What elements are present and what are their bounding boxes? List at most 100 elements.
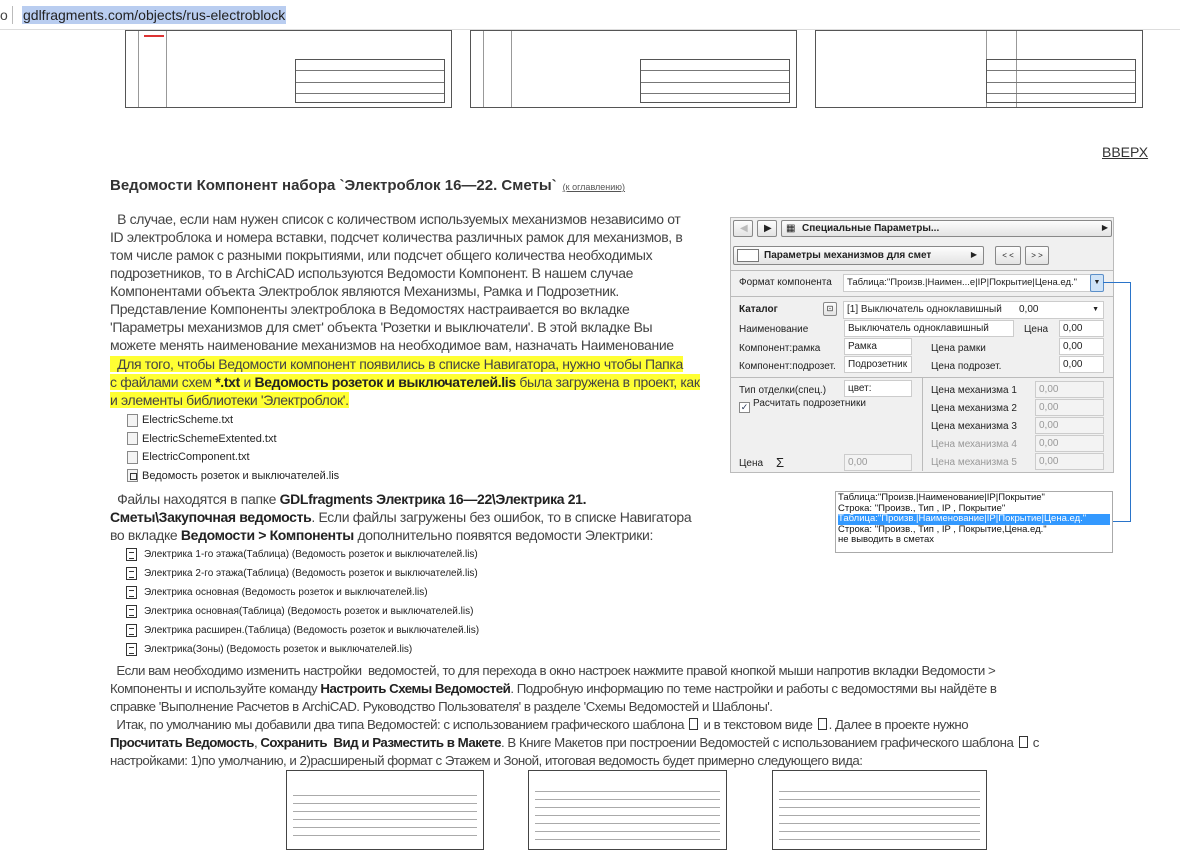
line-content: и элементы библиотеки 'Электроблок'. bbox=[110, 392, 349, 408]
count-boxes-checkbox[interactable]: ✓ bbox=[739, 402, 750, 413]
box-input[interactable]: Подрозетник bbox=[844, 356, 912, 373]
text: Файлы находятся в папке bbox=[110, 491, 280, 507]
count-boxes-label: Расчитать подрозетники поштучно bbox=[753, 398, 866, 411]
navigator-item[interactable]: Электрика(Зоны) (Ведомость розеток и вык… bbox=[126, 640, 479, 659]
line-content: Итак, по умолчанию мы добавили два типа … bbox=[110, 717, 968, 732]
toc-link[interactable]: (к оглавлению) bbox=[563, 182, 625, 192]
text-line: ID электроблока и номера вставки, подсче… bbox=[110, 228, 683, 246]
price-label: Цена bbox=[1024, 324, 1049, 335]
connector-line bbox=[1103, 282, 1131, 283]
text: . Если файлы загружены без ошибок, то в … bbox=[311, 509, 692, 525]
page-label: Параметры механизмов для смет bbox=[764, 250, 932, 261]
left-arrow-icon: ◀ bbox=[740, 223, 748, 234]
address-bar[interactable]: o gdlfragments.com/objects/rus-electrobl… bbox=[0, 0, 1180, 30]
frame-price-label: Цена рамки bbox=[931, 343, 986, 354]
finish-label: Тип отделки(спец.) bbox=[739, 385, 827, 396]
text-file-icon bbox=[127, 432, 138, 446]
line-content: справке 'Выполнение Расчетов в ArchiCAD.… bbox=[110, 699, 773, 714]
format-option[interactable]: Таблица:"Произв.|Наименование|IP|Покрыти… bbox=[838, 492, 1110, 504]
price-input[interactable]: 0,00 bbox=[1059, 320, 1104, 337]
divider bbox=[12, 6, 13, 24]
catalog-import-button[interactable]: ⊡ bbox=[823, 302, 837, 316]
mechanism-price-input: 0,00 bbox=[1035, 381, 1104, 398]
dropdown-label: Специальные Параметры... bbox=[802, 223, 940, 234]
text-file-icon bbox=[127, 450, 138, 464]
next-page-button[interactable]: > > bbox=[1025, 246, 1049, 265]
line-content: настройками: 1)по умолчанию, и 2)расшире… bbox=[110, 753, 863, 768]
connector-line bbox=[1130, 282, 1131, 522]
line-content: ID электроблока и номера вставки, подсче… bbox=[110, 229, 683, 245]
schedule-icon bbox=[126, 548, 137, 561]
text-line: Итак, по умолчанию мы добавили два типа … bbox=[110, 716, 1039, 734]
schedule-icon bbox=[126, 567, 137, 580]
text: Если вам необходимо изменить настройки в… bbox=[110, 663, 996, 678]
navigator-item-label: Электрика расширен.(Таблица) (Ведомость … bbox=[144, 625, 480, 636]
catalog-select[interactable]: [1] Выключатель одноклавишный 0,00 ▼ bbox=[843, 301, 1104, 319]
right-arrow-icon: ▶ bbox=[764, 223, 772, 234]
connector-line bbox=[1112, 521, 1131, 522]
files-location-paragraph: Файлы находятся в папке GDLfragments Эле… bbox=[110, 490, 692, 544]
drawing-thumbnail bbox=[470, 30, 797, 108]
navigator-item[interactable]: Электрика 1-го этажа(Таблица) (Ведомость… bbox=[126, 545, 479, 564]
text: и элементы библиотеки 'Электроблок'. bbox=[110, 392, 349, 408]
box-price-input[interactable]: 0,00 bbox=[1059, 356, 1104, 373]
navigator-item[interactable]: Электрика основная (Ведомость розеток и … bbox=[126, 583, 479, 602]
navigator-item[interactable]: Электрика расширен.(Таблица) (Ведомость … bbox=[126, 621, 479, 640]
divider bbox=[922, 378, 923, 471]
text: Представление Компоненты электроблока в … bbox=[110, 301, 630, 317]
sigma-icon: Σ bbox=[776, 455, 785, 470]
address-prefix: o bbox=[0, 7, 8, 23]
frame-price-input[interactable]: 0,00 bbox=[1059, 338, 1104, 355]
name-input[interactable]: Выключатель одноклавишный bbox=[844, 320, 1014, 337]
text-line: во вкладке Ведомости > Компоненты дополн… bbox=[110, 526, 691, 544]
finish-input[interactable]: цвет: bbox=[844, 380, 912, 397]
mechanism-price-label: Цена механизма 5 bbox=[931, 457, 1017, 468]
format-option[interactable]: Таблица:"Произв.|Наименование|IP|Покрыти… bbox=[838, 513, 1110, 525]
prev-page-button[interactable]: < < bbox=[995, 246, 1021, 265]
file-item[interactable]: ElectricSchemeExtented.txt bbox=[127, 430, 339, 449]
bold-text: Сметы\Закупочная ведомость bbox=[110, 509, 312, 525]
url-input[interactable]: gdlfragments.com/objects/rus-electrobloc… bbox=[22, 6, 287, 24]
settings-paragraph: Если вам необходимо изменить настройки в… bbox=[110, 662, 1039, 770]
back-button[interactable]: ◀ bbox=[733, 220, 753, 237]
text: и в текстовом виде bbox=[700, 717, 816, 732]
catalog-value: [1] Выключатель одноклавишный bbox=[847, 304, 1002, 315]
format-select[interactable]: Таблица:"Произв.|Наимен...е|IP|Покрытие|… bbox=[843, 274, 1091, 292]
line-content: В случае, если нам нужен список с количе… bbox=[110, 211, 681, 227]
schedule-icon bbox=[126, 643, 137, 656]
navigator-item[interactable]: Электрика основная(Таблица) (Ведомость р… bbox=[126, 602, 479, 621]
text: . Подробную информацию по теме настройки… bbox=[510, 681, 997, 696]
line-content: можете менять наименование механизмов на… bbox=[110, 337, 674, 353]
frame-input[interactable]: Рамка bbox=[844, 338, 912, 355]
format-option[interactable]: не выводить в сметах bbox=[838, 534, 1110, 546]
text: . Далее в проекте нужно bbox=[828, 717, 969, 732]
navigator-item[interactable]: Электрика 2-го этажа(Таблица) (Ведомость… bbox=[126, 564, 479, 583]
format-options-list[interactable]: Таблица:"Произв.|Наименование|IP|Покрыти… bbox=[835, 491, 1113, 553]
schedule-icon bbox=[126, 624, 137, 637]
text: во вкладке bbox=[110, 527, 181, 543]
bold-text: Настроить Схемы Ведомостей bbox=[320, 681, 511, 696]
chevron-down-icon: ▼ bbox=[1092, 306, 1099, 313]
text: подрозетников, то в ArchiCAD используютс… bbox=[110, 265, 634, 281]
text-line: Представление Компоненты электроблока в … bbox=[110, 300, 682, 318]
schedule-file-icon bbox=[127, 469, 138, 483]
format-dropdown-button[interactable]: ▼ bbox=[1090, 274, 1104, 292]
forward-button[interactable]: ▶ bbox=[757, 220, 777, 237]
page-dropdown[interactable]: Параметры механизмов для смет ▶ bbox=[733, 246, 984, 265]
file-name: Ведомость розеток и выключателей.lis bbox=[142, 469, 340, 482]
schedule-icon bbox=[817, 718, 827, 730]
heading-title: Ведомости Компонент набора `Электроблок … bbox=[110, 177, 557, 194]
line-content: Файлы находятся в папке GDLfragments Эле… bbox=[110, 491, 586, 507]
schedule-preview bbox=[772, 770, 987, 850]
file-item[interactable]: Ведомость розеток и выключателей.lis bbox=[127, 467, 339, 486]
mechanism-price-label: Цена механизма 2 bbox=[931, 403, 1017, 414]
divider bbox=[731, 296, 1113, 297]
file-item[interactable]: ElectricScheme.txt bbox=[127, 411, 339, 430]
back-to-top-link[interactable]: ВВЕРХ bbox=[1102, 144, 1148, 160]
format-label: Формат компонента bbox=[739, 277, 832, 288]
text: ID электроблока и номера вставки, подсче… bbox=[110, 229, 683, 245]
file-item[interactable]: ElectricComponent.txt bbox=[127, 448, 339, 467]
schedule-preview bbox=[528, 770, 727, 850]
special-params-dropdown[interactable]: ▦ Специальные Параметры... ▶ bbox=[781, 220, 1112, 237]
text: с файлами схем bbox=[110, 374, 216, 390]
